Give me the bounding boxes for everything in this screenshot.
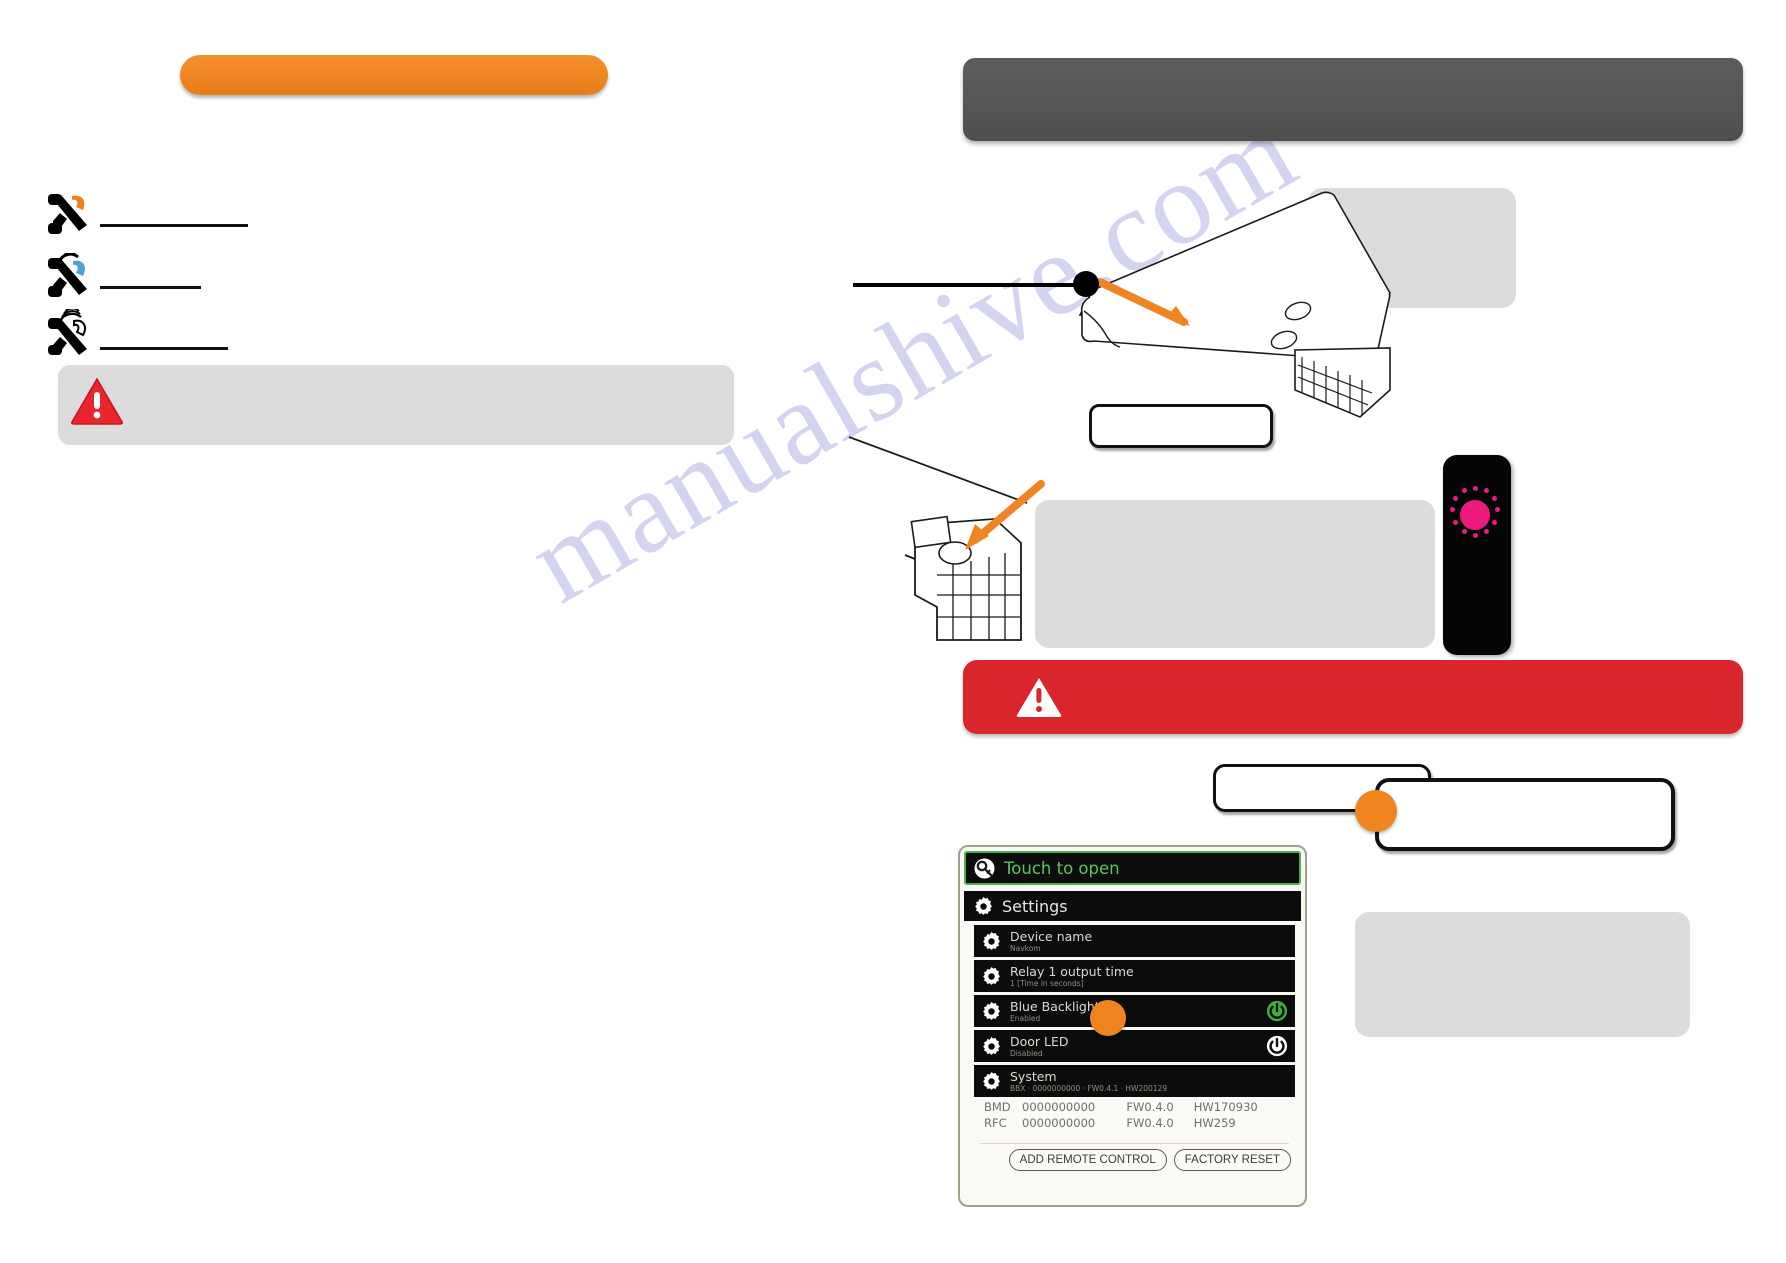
gear-icon <box>982 1001 1001 1021</box>
figure1-leader-line <box>853 283 1081 287</box>
left-title-bar <box>180 55 608 95</box>
left-list-rule-3 <box>100 347 228 350</box>
system-hardware: HW170930 <box>1193 1100 1258 1114</box>
system-hardware: HW259 <box>1193 1116 1236 1130</box>
system-module: RFC <box>984 1116 1007 1130</box>
list-item[interactable]: Blue Backlight Enabled <box>974 995 1295 1027</box>
phone-call-blue-icon <box>47 251 91 297</box>
door-reader <box>1443 455 1511 655</box>
callout-right-box <box>1375 778 1675 851</box>
callout-right-box-dot <box>1355 790 1397 832</box>
list-item-subtitle: 1 [Time in seconds] <box>1010 978 1084 988</box>
gear-icon <box>982 966 1001 986</box>
system-firmware: FW0.4.0 <box>1126 1100 1174 1114</box>
list-item[interactable]: System BBX · 0000000000 · FW0.4.1 · HW20… <box>974 1065 1295 1097</box>
list-item-subtitle: Disabled <box>1010 1048 1043 1058</box>
system-firmware: FW0.4.0 <box>1126 1116 1174 1130</box>
settings-header: Settings <box>964 891 1301 921</box>
settings-header-label: Settings <box>1002 896 1068 916</box>
key-icon <box>974 858 995 879</box>
warning-banner-triangle-icon <box>1015 676 1063 718</box>
app-button-row: ADD REMOTE CONTROL FACTORY RESET <box>960 1149 1291 1171</box>
list-item[interactable]: Door LED Disabled <box>974 1030 1295 1062</box>
settings-list: Device name Navkom Relay 1 output time 1… <box>974 925 1295 1100</box>
app-highlight-dot <box>1090 1000 1126 1036</box>
table-row: RFC 0000000000 FW0.4.0 HW259 <box>984 1115 1285 1131</box>
reader-led-icon <box>1460 500 1490 530</box>
figure2-arrow <box>945 480 1055 570</box>
right-title-bar <box>963 58 1743 141</box>
gear-icon <box>982 1071 1001 1091</box>
left-list-rule-1 <box>100 224 248 227</box>
system-divider <box>980 1143 1289 1144</box>
phone-signal-icon <box>47 306 93 355</box>
power-toggle-on-icon[interactable] <box>1266 1000 1288 1022</box>
gear-icon <box>982 1036 1001 1056</box>
list-item-subtitle: Navkom <box>1010 943 1041 953</box>
figure1-arrow <box>1096 278 1208 338</box>
figure1-leader-dot <box>1073 271 1099 297</box>
system-info-table: BMD 0000000000 FW0.4.0 HW170930 RFC 0000… <box>984 1099 1285 1131</box>
list-item-subtitle: Enabled <box>1010 1013 1041 1023</box>
left-note-box <box>58 365 734 445</box>
list-item[interactable]: Relay 1 output time 1 [Time in seconds] <box>974 960 1295 992</box>
gear-icon <box>982 931 1001 951</box>
gear-icon <box>974 896 993 916</box>
phone-call-orange-icon <box>47 193 91 235</box>
system-serial: 0000000000 <box>1022 1100 1096 1114</box>
system-module: BMD <box>984 1100 1011 1114</box>
touch-to-open-label: Touch to open <box>1004 858 1120 878</box>
list-item-title: Relay 1 output time <box>1010 963 1134 979</box>
list-item-title: Device name <box>1010 928 1093 944</box>
figure2-side-note <box>1035 500 1435 648</box>
mobile-app-settings: Touch to open Settings Device name Navko… <box>958 845 1307 1207</box>
list-item-title: System <box>1010 1068 1057 1084</box>
factory-reset-button[interactable]: FACTORY RESET <box>1173 1149 1291 1171</box>
list-item-subtitle: BBX · 0000000000 · FW0.4.1 · HW200129 <box>1010 1083 1168 1093</box>
list-item-title: Blue Backlight <box>1010 998 1100 1014</box>
list-item-title: Door LED <box>1010 1033 1069 1049</box>
bottom-right-note <box>1355 912 1690 1037</box>
power-toggle-off-icon[interactable] <box>1266 1035 1288 1057</box>
figure1-caption-box <box>1089 404 1273 448</box>
table-row: BMD 0000000000 FW0.4.0 HW170930 <box>984 1099 1285 1115</box>
warning-triangle-icon <box>70 377 124 425</box>
left-list-rule-2 <box>100 286 201 289</box>
add-remote-control-button[interactable]: ADD REMOTE CONTROL <box>1008 1149 1167 1171</box>
warning-banner <box>963 660 1743 734</box>
list-item[interactable]: Device name Navkom <box>974 925 1295 957</box>
system-serial: 0000000000 <box>1022 1116 1096 1130</box>
touch-to-open-row[interactable]: Touch to open <box>964 851 1301 885</box>
